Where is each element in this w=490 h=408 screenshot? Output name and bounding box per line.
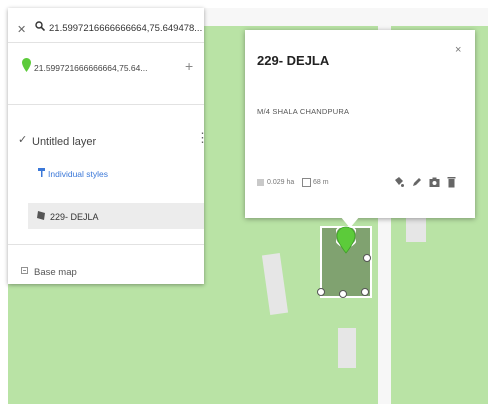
building	[338, 328, 356, 368]
more-vert-icon[interactable]: ⋮	[196, 131, 209, 144]
divider	[8, 104, 204, 105]
vertex-handle[interactable]	[317, 288, 325, 296]
vertex-handle[interactable]	[363, 254, 371, 262]
paint-bucket-icon[interactable]	[393, 176, 404, 188]
base-map-toggle[interactable]: Base map	[34, 267, 77, 278]
plus-icon[interactable]: +	[185, 59, 193, 73]
layers-panel: ✕ 21.5997216666666664,75.649478... 21.59…	[8, 8, 209, 284]
trash-icon[interactable]	[446, 176, 457, 188]
check-icon[interactable]: ✓	[18, 133, 27, 146]
close-icon[interactable]: ×	[455, 44, 461, 56]
feature-list-item[interactable]: 229- DEJLA	[28, 203, 204, 229]
map-pin-icon	[22, 58, 31, 72]
feature-info-popup: 229- DEJLA × M/4 SHALA CHANDPURA 0.029 h…	[245, 30, 475, 218]
map-pin-icon[interactable]	[336, 226, 356, 256]
divider	[8, 42, 204, 43]
popup-description: M/4 SHALA CHANDPURA	[257, 107, 350, 116]
layer-title[interactable]: Untitled layer	[32, 136, 96, 148]
area-measurement: 0.029 ha	[267, 179, 295, 186]
road-horizontal	[203, 8, 488, 26]
perimeter-icon	[302, 178, 311, 187]
pencil-icon[interactable]	[411, 176, 422, 188]
vertex-handle[interactable]	[339, 290, 347, 298]
camera-icon[interactable]	[429, 176, 440, 188]
search-result-coordinates[interactable]: 21.599721666666664,75.64...	[34, 63, 147, 73]
feature-label: 229- DEJLA	[50, 212, 99, 222]
perimeter-measurement: 68 m	[313, 179, 329, 186]
popup-pointer	[340, 216, 360, 228]
close-icon[interactable]: ✕	[17, 23, 26, 36]
building	[261, 253, 289, 315]
search-input[interactable]: 21.5997216666666664,75.649478...	[49, 23, 202, 34]
popup-title: 229- DEJLA	[257, 53, 330, 68]
expand-icon[interactable]	[21, 267, 28, 274]
search-icon[interactable]	[35, 21, 45, 31]
divider	[8, 244, 204, 245]
area-icon	[257, 179, 264, 186]
paint-roller-icon	[38, 168, 45, 177]
individual-styles-link[interactable]: Individual styles	[48, 169, 108, 179]
vertex-handle[interactable]	[361, 288, 369, 296]
polygon-icon	[37, 211, 45, 220]
